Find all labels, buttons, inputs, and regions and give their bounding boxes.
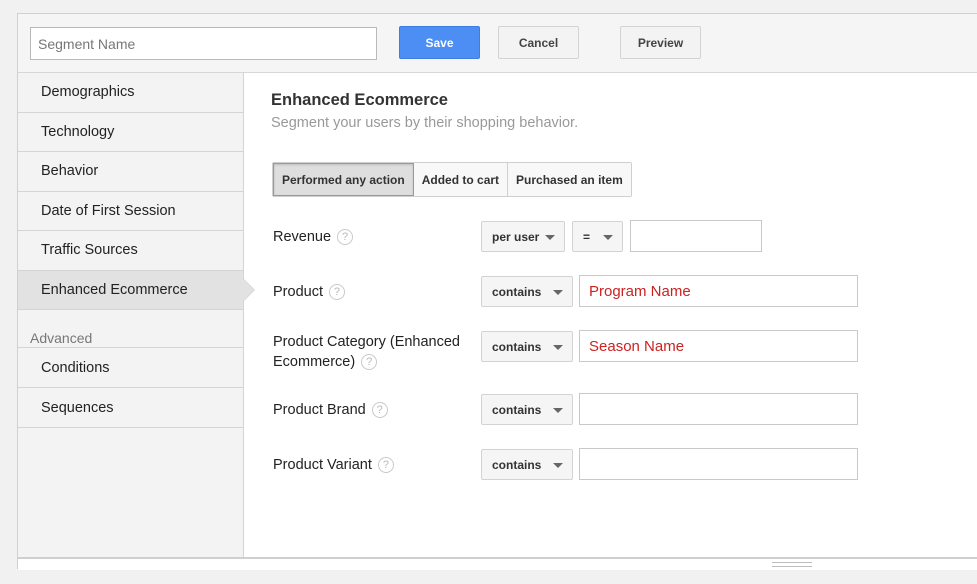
product-brand-label-group: Product Brand?	[273, 400, 388, 420]
revenue-label-group: Revenue?	[273, 227, 354, 247]
segment-condition-panel: Enhanced Ecommerce Segment your users by…	[245, 73, 977, 557]
help-icon[interactable]: ?	[361, 354, 378, 371]
sidebar-item-technology[interactable]: Technology	[18, 113, 243, 152]
product-variant-row: Product Variant? contains	[273, 448, 973, 482]
chevron-down-icon	[553, 290, 563, 295]
product-brand-operator-dropdown[interactable]: contains	[481, 394, 573, 425]
sidebar-heading-advanced: Advanced	[18, 330, 243, 348]
product-row: Product? contains	[273, 275, 973, 309]
sidebar-item-enhanced-ecommerce[interactable]: Enhanced Ecommerce	[18, 270, 255, 310]
product-label-group: Product?	[273, 282, 345, 302]
save-button[interactable]: Save	[399, 26, 480, 59]
chevron-down-icon	[553, 408, 563, 413]
field-label: Revenue	[273, 229, 332, 245]
product-category-label-group: Product Category (Enhanced Ecommerce)?	[273, 332, 460, 372]
dropdown-value: contains	[492, 458, 542, 472]
resize-grip-icon[interactable]	[772, 562, 812, 567]
product-value-input[interactable]	[579, 275, 858, 307]
panel-subtitle: Segment your users by their shopping beh…	[271, 115, 579, 131]
dropdown-value: contains	[492, 340, 542, 354]
segment-name-input[interactable]	[30, 27, 377, 60]
revenue-row: Revenue? per user =	[273, 220, 973, 254]
sidebar-item-label: Conditions	[41, 359, 110, 376]
preview-button[interactable]: Preview	[620, 26, 701, 59]
product-variant-operator-dropdown[interactable]: contains	[481, 449, 573, 480]
dropdown-value: =	[583, 230, 591, 244]
action-tabs: Performed any action Added to cart Purch…	[272, 162, 632, 197]
active-pointer-arrow	[243, 278, 254, 301]
product-category-value-input[interactable]	[579, 330, 858, 362]
chevron-down-icon	[545, 235, 555, 240]
sidebar-item-label: Sequences	[41, 399, 114, 416]
chevron-down-icon	[553, 345, 563, 350]
help-icon[interactable]: ?	[377, 457, 394, 474]
sidebar-item-label: Behavior	[41, 163, 99, 180]
sidebar-item-behavior[interactable]: Behavior	[18, 152, 243, 192]
field-label: Product Variant	[273, 457, 372, 473]
product-brand-row: Product Brand? contains	[273, 393, 973, 427]
sidebar-item-traffic-sources[interactable]: Traffic Sources	[18, 231, 243, 271]
sidebar-item-demographics[interactable]: Demographics	[18, 73, 243, 113]
field-label-line2: Ecommerce)	[273, 354, 356, 370]
product-operator-dropdown[interactable]: contains	[481, 276, 573, 307]
segment-category-sidebar: Demographics Technology Behavior Date of…	[18, 73, 255, 557]
product-brand-value-input[interactable]	[579, 393, 858, 425]
sidebar-item-label: Technology	[41, 123, 115, 140]
tab-performed-any-action[interactable]: Performed any action	[273, 163, 414, 196]
sidebar-item-date-of-first-session[interactable]: Date of First Session	[18, 192, 243, 231]
help-icon[interactable]: ?	[328, 284, 345, 301]
field-label: Product Brand	[273, 402, 366, 418]
help-icon[interactable]: ?	[337, 229, 354, 246]
revenue-value-input[interactable]	[630, 220, 762, 252]
product-category-row: Product Category (Enhanced Ecommerce)? c…	[273, 330, 973, 374]
dropdown-value: contains	[492, 403, 542, 417]
cancel-button[interactable]: Cancel	[498, 26, 579, 59]
tab-added-to-cart[interactable]: Added to cart	[413, 163, 509, 196]
field-label-line1: Product Category (Enhanced	[273, 334, 460, 350]
sidebar-item-label: Traffic Sources	[41, 242, 138, 259]
resize-bar[interactable]	[18, 557, 977, 570]
sidebar-item-label: Demographics	[41, 84, 135, 101]
product-variant-label-group: Product Variant?	[273, 455, 394, 475]
revenue-operator-dropdown[interactable]: =	[572, 221, 623, 252]
sidebar-item-label: Date of First Session	[41, 202, 176, 219]
sidebar-item-label: Enhanced Ecommerce	[41, 281, 188, 298]
sidebar-item-conditions[interactable]: Conditions	[18, 348, 243, 388]
product-category-operator-dropdown[interactable]: contains	[481, 331, 573, 362]
sidebar-item-sequences[interactable]: Sequences	[18, 388, 243, 428]
segment-editor: Save Cancel Preview Demographics Technol…	[17, 13, 977, 570]
chevron-down-icon	[553, 463, 563, 468]
help-icon[interactable]: ?	[371, 402, 388, 419]
panel-title: Enhanced Ecommerce	[271, 91, 448, 109]
tab-purchased-an-item[interactable]: Purchased an item	[508, 163, 631, 196]
segment-toolbar: Save Cancel Preview	[18, 14, 977, 73]
field-label: Product	[273, 284, 323, 300]
dropdown-value: per user	[492, 230, 540, 244]
revenue-scope-dropdown[interactable]: per user	[481, 221, 565, 252]
dropdown-value: contains	[492, 285, 542, 299]
product-variant-value-input[interactable]	[579, 448, 858, 480]
chevron-down-icon	[603, 235, 613, 240]
